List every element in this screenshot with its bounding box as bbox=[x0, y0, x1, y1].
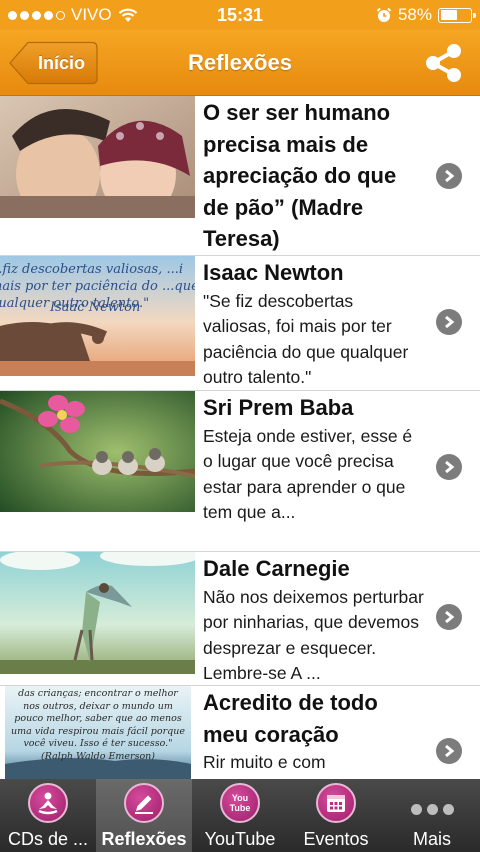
chevron-right-icon bbox=[436, 454, 462, 480]
item-thumbnail: das crianças; encontrar o melhor nos out… bbox=[5, 686, 191, 779]
more-icon bbox=[410, 804, 454, 815]
tab-reflexoes[interactable]: Reflexões bbox=[96, 779, 192, 852]
youtube-icon: You Tube bbox=[220, 783, 260, 823]
item-text: Sri Prem Baba Esteja onde estiver, esse … bbox=[203, 392, 425, 526]
item-thumbnail bbox=[0, 96, 195, 218]
tab-cds[interactable]: CDs de ... bbox=[0, 779, 96, 852]
tab-eventos[interactable]: Eventos bbox=[288, 779, 384, 852]
list-item[interactable]: Sri Prem Baba Esteja onde estiver, esse … bbox=[0, 391, 480, 552]
tab-label: CDs de ... bbox=[7, 829, 89, 849]
tab-label: Eventos bbox=[303, 829, 369, 849]
tab-label: Reflexões bbox=[101, 829, 187, 849]
thumbnail-caption: Isaac Newton bbox=[50, 300, 141, 315]
list-item[interactable]: ...fiz descobertas valiosas, ...i mais p… bbox=[0, 256, 480, 391]
carrier-name: VIVO bbox=[71, 5, 112, 24]
chevron-right-icon bbox=[436, 163, 462, 189]
tab-youtube[interactable]: You Tube YouTube bbox=[192, 779, 288, 852]
item-text: Isaac Newton "Se fiz descobertas valiosa… bbox=[203, 257, 425, 391]
chevron-right-icon bbox=[436, 738, 462, 764]
item-body: "Se fiz descobertas valiosas, foi mais p… bbox=[203, 290, 409, 388]
item-title: O ser ser humano precisa mais de aprecia… bbox=[203, 100, 397, 251]
chevron-right-icon bbox=[436, 309, 462, 335]
signal-strength-icon bbox=[8, 10, 65, 20]
share-button[interactable] bbox=[424, 42, 464, 84]
list-item[interactable]: O ser ser humano precisa mais de aprecia… bbox=[0, 96, 480, 256]
battery-icon bbox=[438, 7, 476, 23]
item-thumbnail bbox=[0, 552, 195, 674]
item-text: Dale Carnegie Não nos deixemos perturbar… bbox=[203, 553, 425, 687]
calendar-icon bbox=[316, 783, 356, 823]
chevron-right-icon bbox=[436, 604, 462, 630]
list-item[interactable]: Dale Carnegie Não nos deixemos perturbar… bbox=[0, 552, 480, 686]
status-bar: VIVO 15:31 58% bbox=[0, 0, 480, 30]
reflections-list: O ser ser humano precisa mais de aprecia… bbox=[0, 96, 480, 779]
item-body: Esteja onde estiver, esse é o lugar que … bbox=[203, 425, 413, 523]
item-title: Dale Carnegie bbox=[203, 556, 350, 581]
status-left: VIVO bbox=[8, 5, 138, 25]
item-thumbnail bbox=[0, 391, 195, 512]
list-item[interactable]: das crianças; encontrar o melhor nos out… bbox=[0, 686, 480, 779]
share-icon bbox=[426, 44, 461, 82]
item-body: Não nos deixemos perturbar por ninharias… bbox=[203, 586, 424, 684]
thumbnail-quote: das crianças; encontrar o melhor nos out… bbox=[11, 688, 185, 762]
wifi-icon bbox=[118, 8, 137, 22]
item-title: Sri Prem Baba bbox=[203, 395, 354, 420]
pencil-icon bbox=[124, 783, 164, 823]
navigation-bar: Início Reflexões bbox=[0, 30, 480, 96]
tab-label: YouTube bbox=[204, 829, 276, 849]
item-text: Acredito de todo meu coração Rir muito e… bbox=[203, 687, 425, 776]
status-right: 58% bbox=[376, 5, 476, 25]
page-title: Reflexões bbox=[188, 50, 292, 75]
alarm-clock-icon bbox=[376, 7, 392, 22]
tab-bar: CDs de ... Reflexões You Tube YouTube Ev… bbox=[0, 779, 480, 852]
item-body: Rir muito e com bbox=[203, 752, 326, 772]
battery-percent: 58% bbox=[397, 5, 432, 24]
item-text: O ser ser humano precisa mais de aprecia… bbox=[203, 97, 425, 255]
tab-mais[interactable]: Mais bbox=[384, 779, 480, 852]
item-title: Acredito de todo meu coração bbox=[203, 690, 378, 747]
meditation-icon bbox=[28, 783, 68, 823]
tab-label: Mais bbox=[412, 829, 451, 849]
item-title: Isaac Newton bbox=[203, 260, 344, 285]
item-thumbnail: ...fiz descobertas valiosas, ...i mais p… bbox=[0, 256, 195, 376]
youtube-icon-text: You Tube bbox=[229, 793, 251, 813]
